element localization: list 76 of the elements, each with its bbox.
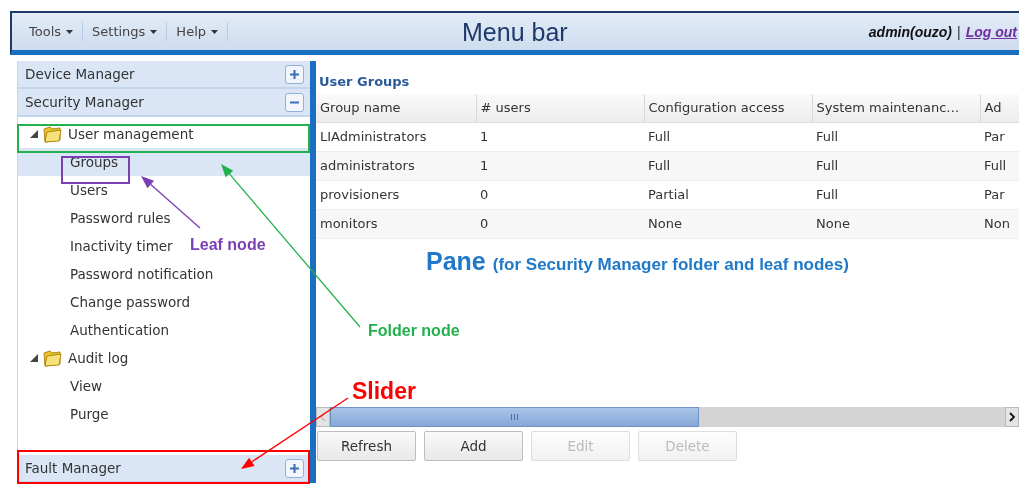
table-cell: 1 — [476, 151, 644, 180]
separator: | — [957, 23, 961, 40]
scrollbar-thumb[interactable] — [330, 407, 699, 427]
user-name: admin(ouzo) — [868, 23, 953, 40]
tree-leaf[interactable]: Inactivity timer — [18, 232, 179, 260]
table-cell: monitors — [316, 209, 476, 238]
plus-icon — [290, 69, 299, 79]
plus-icon — [290, 463, 299, 473]
highlight-frame — [61, 156, 130, 184]
table-cell: Par — [980, 122, 1019, 151]
folder-label: Audit log — [68, 350, 129, 366]
menu-bar-title: Menu bar — [462, 18, 568, 47]
tree-leaf[interactable]: Change password — [18, 288, 197, 316]
annotation-label: Folder node — [368, 322, 460, 340]
table-cell: None — [644, 209, 812, 238]
horizontal-scrollbar[interactable] — [316, 407, 1019, 427]
table-cell: Non — [980, 209, 1019, 238]
table-cell: Full — [812, 122, 980, 151]
accordion-header[interactable]: Fault Manager — [18, 455, 310, 483]
pane-caption: (for Security Manager folder and leaf nodes) — [492, 254, 849, 275]
tree-leaf[interactable]: Users — [18, 176, 114, 204]
scroll-right-button[interactable] — [1005, 407, 1019, 427]
pane-label: Pane — [426, 246, 486, 276]
tree-leaf[interactable]: View — [18, 372, 109, 400]
menu-button[interactable]: Tools — [20, 22, 84, 41]
table-cell: None — [812, 209, 980, 238]
grip-icon — [511, 414, 518, 420]
folder-icon — [42, 349, 62, 367]
tree-leaf[interactable]: Purge — [18, 400, 115, 428]
accordion-header[interactable]: Security Manager — [18, 89, 310, 117]
column-header[interactable]: Group name — [316, 94, 476, 122]
annotation-label: Leaf node — [190, 236, 266, 254]
caret-icon — [150, 29, 158, 34]
chevron-right-icon — [1009, 412, 1015, 422]
table-cell: Full — [812, 151, 980, 180]
menu-button[interactable]: Settings — [83, 22, 168, 41]
folder-label: User management — [68, 126, 194, 142]
expand-button[interactable] — [285, 64, 304, 84]
section-title: Security Manager — [25, 94, 144, 110]
table-cell: Full — [644, 151, 812, 180]
tree-folder[interactable]: Audit log — [18, 344, 310, 372]
caret-icon — [211, 29, 218, 34]
table-cell: LIAdministrators — [316, 122, 476, 151]
section-title: Device Manager — [25, 66, 135, 82]
table-cell: 0 — [476, 180, 644, 209]
table-cell: 1 — [476, 122, 644, 151]
logout-link[interactable]: Log out — [965, 23, 1017, 40]
action-button[interactable]: Refresh — [317, 431, 416, 461]
table-cell: Full — [812, 180, 980, 209]
table-cell: Partial — [644, 180, 812, 209]
column-header[interactable]: Ad — [980, 94, 1019, 122]
table-cell: Par — [980, 180, 1019, 209]
tree-leaf[interactable]: Password rules — [18, 204, 177, 232]
tree-leaf[interactable]: Authentication — [18, 316, 176, 344]
table-cell: Full — [644, 122, 812, 151]
table-cell: 0 — [476, 209, 644, 238]
table-cell: provisioners — [316, 180, 476, 209]
table-cell: administrators — [316, 151, 476, 180]
annotation-label: Slider — [352, 378, 416, 405]
column-header[interactable]: # users — [476, 94, 644, 122]
collapse-button[interactable] — [285, 92, 304, 112]
column-header[interactable]: Configuration access — [644, 94, 812, 122]
scroll-left-button[interactable] — [316, 407, 330, 427]
folder-icon — [42, 125, 62, 143]
caret-icon — [66, 29, 74, 34]
accordion-header[interactable]: Device Manager — [18, 61, 310, 89]
pane-title: User Groups — [318, 74, 411, 91]
chevron-left-icon — [320, 412, 326, 422]
table-cell: Full — [980, 151, 1019, 180]
expand-button[interactable] — [285, 458, 304, 478]
column-header[interactable]: System maintenanc… — [812, 94, 980, 122]
menu-button[interactable]: Help — [167, 22, 228, 41]
action-button[interactable]: Add — [424, 431, 523, 461]
tree-folder[interactable]: User management — [18, 120, 310, 148]
tree-leaf[interactable]: Password notification — [18, 260, 220, 288]
section-title: Fault Manager — [25, 460, 121, 476]
